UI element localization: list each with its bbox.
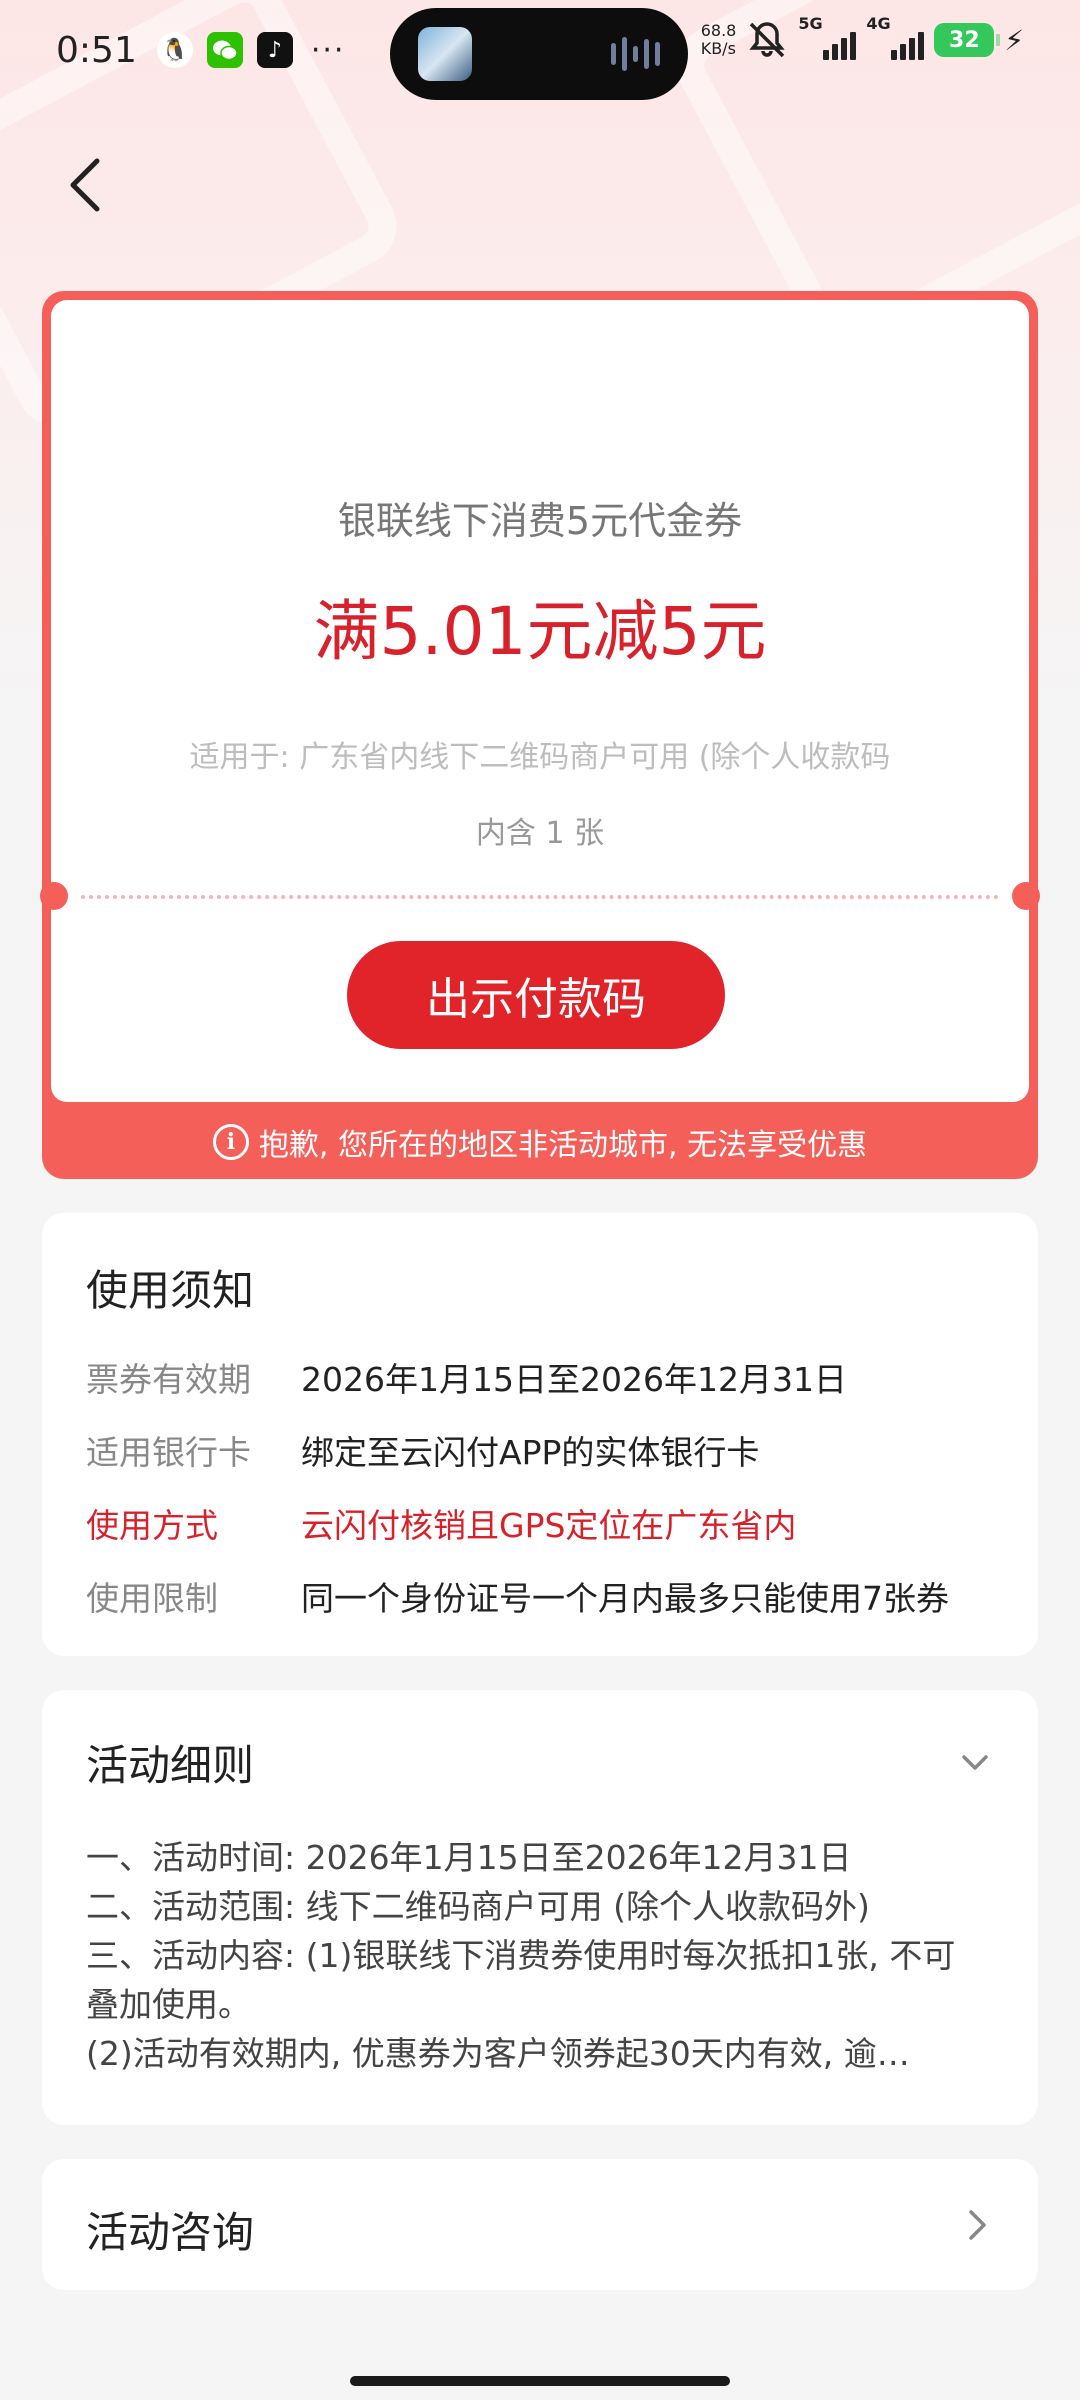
rules-line: (2)活动有效期内, 优惠券为客户领券起30天内有效, 逾… <box>86 2034 910 2073</box>
notice-row-key: 适用银行卡 <box>86 1433 251 1472</box>
notice-row-key: 使用限制 <box>86 1579 218 1618</box>
signal-5g-icon: 5G <box>798 14 857 60</box>
net-speed-value: 68.8 <box>700 21 737 40</box>
chevron-left-icon <box>70 158 100 212</box>
notice-row-value: 同一个身份证号一个月内最多只能使用7张券 <box>301 1579 949 1618</box>
region-warning-text: 抱歉, 您所在的地区非活动城市, 无法享受优惠 <box>258 1128 868 1163</box>
coupon-divider <box>81 895 999 899</box>
audio-wave-icon <box>611 37 660 71</box>
activity-rules-text: 一、活动时间: 2026年1月15日至2026年12月31日 二、活动范围: 线… <box>86 1833 996 2078</box>
net-speed: 68.8 KB/s <box>701 22 737 58</box>
status-time: 0:51 <box>56 29 137 71</box>
tiktok-icon: ♪ <box>256 32 293 68</box>
rules-line: 叠加使用。 <box>86 1985 251 2024</box>
coupon-notch-right <box>1012 882 1040 910</box>
back-button[interactable] <box>50 150 120 220</box>
coupon-value: 满5.01元减5元 <box>313 593 767 670</box>
activity-rules-title: 活动细则 <box>86 1741 255 1790</box>
music-cover-icon <box>418 27 472 81</box>
signal-4g-label: 4G <box>866 14 891 33</box>
signal-4g-icon: 4G <box>866 14 925 60</box>
info-icon: i <box>212 1124 249 1160</box>
chevron-down-icon[interactable] <box>960 1748 990 1778</box>
activity-consult-title: 活动咨询 <box>86 2208 255 2257</box>
notice-row-value: 云闪付核销且GPS定位在广东省内 <box>301 1506 797 1545</box>
rules-line: 一、活动时间: 2026年1月15日至2026年12月31日 <box>86 1838 852 1877</box>
rules-line: 二、活动范围: 线下二维码商户可用 (除个人收款码外) <box>86 1887 870 1926</box>
notice-row-key: 使用方式 <box>86 1506 218 1545</box>
usage-notice-title: 使用须知 <box>86 1266 255 1315</box>
notice-row-key: 票券有效期 <box>86 1360 251 1399</box>
usage-notice-card: 使用须知 票券有效期 2026年1月15日至2026年12月31日 适用银行卡 … <box>42 1213 1038 1656</box>
mute-icon <box>749 22 785 58</box>
qq-icon: 🐧 <box>156 32 193 68</box>
activity-rules-card[interactable]: 活动细则 一、活动时间: 2026年1月15日至2026年12月31日 二、活动… <box>42 1690 1038 2125</box>
rules-line: 三、活动内容: (1)银联线下消费券使用时每次抵扣1张, 不可 <box>86 1936 956 1975</box>
notice-row-value: 绑定至云闪付APP的实体银行卡 <box>301 1433 760 1472</box>
coupon-scope: 适用于: 广东省内线下二维码商户可用 (除个人收款码 <box>189 740 891 775</box>
notice-row-value: 2026年1月15日至2026年12月31日 <box>301 1360 847 1399</box>
battery-icon: 32 <box>934 23 1001 57</box>
charging-icon: ⚡ <box>1004 23 1024 57</box>
home-indicator[interactable] <box>350 2376 730 2386</box>
dynamic-island[interactable] <box>390 8 688 100</box>
coupon-name: 银联线下消费5元代金券 <box>337 499 743 543</box>
region-warning: i 抱歉, 您所在的地区非活动城市, 无法享受优惠 <box>42 1109 1038 1175</box>
status-icons: 68.8 KB/s 5G 4G 32 ⚡ <box>701 14 1024 60</box>
show-payment-code-button[interactable]: 出示付款码 <box>347 941 725 1049</box>
coupon-count: 内含 1 张 <box>475 816 605 851</box>
more-notifications-icon: ··· <box>310 32 346 68</box>
net-speed-unit: KB/s <box>700 39 736 58</box>
wechat-icon <box>206 32 243 68</box>
activity-consult-item[interactable]: 活动咨询 <box>42 2159 1038 2290</box>
coupon-notch-left <box>40 882 68 910</box>
signal-5g-label: 5G <box>798 14 823 33</box>
chevron-right-icon <box>969 2210 986 2240</box>
